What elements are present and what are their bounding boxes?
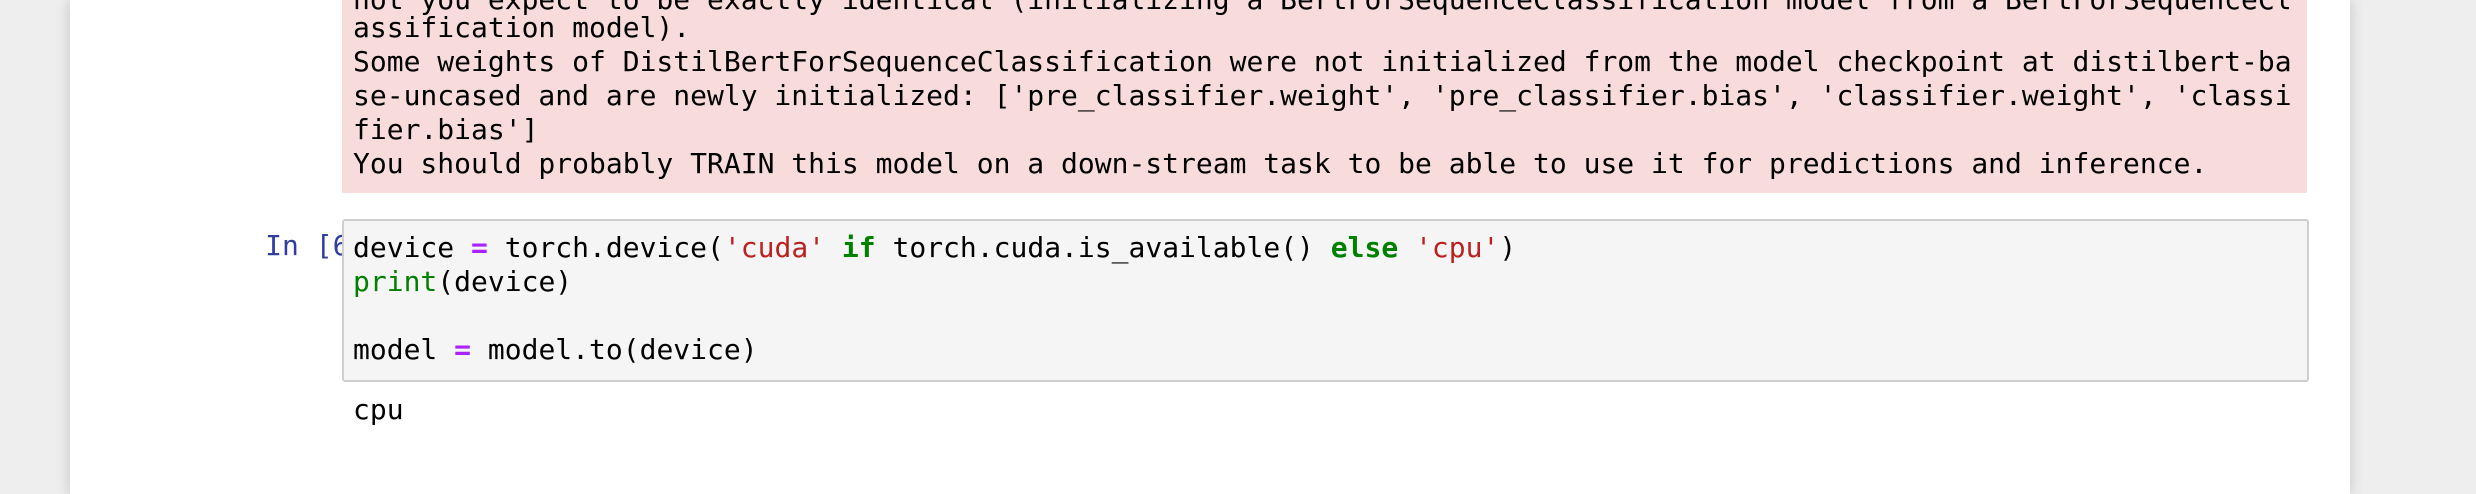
stdout-output: cpu bbox=[353, 393, 404, 426]
stderr-line: You should probably TRAIN this model on … bbox=[353, 147, 2208, 180]
code-token: ) bbox=[1499, 231, 1517, 264]
code-operator: = bbox=[471, 231, 488, 264]
code-line: model = model.to(device) bbox=[353, 333, 758, 367]
stderr-line: se-uncased and are newly initialized: ['… bbox=[353, 79, 2292, 112]
code-string: 'cuda' bbox=[723, 231, 826, 264]
stderr-output-area: not you expect to be exactly identical (… bbox=[342, 0, 2307, 193]
code-keyword: if bbox=[841, 231, 876, 264]
stderr-line: fier.bias'] bbox=[353, 113, 539, 146]
code-builtin: print bbox=[353, 265, 438, 298]
code-token: model bbox=[353, 333, 455, 366]
code-line: device = torch.device('cuda' if torch.cu… bbox=[353, 231, 1516, 265]
code-token: torch.cuda.is_available() bbox=[875, 231, 1331, 264]
code-token: (device) bbox=[437, 265, 573, 298]
code-token: torch.device( bbox=[487, 231, 724, 264]
code-token: device bbox=[353, 231, 472, 264]
code-line: print(device) bbox=[353, 265, 572, 299]
stderr-line: assification model). bbox=[353, 11, 691, 44]
notebook-container: not you expect to be exactly identical (… bbox=[70, 0, 2350, 494]
code-string: 'cpu' bbox=[1415, 231, 1500, 264]
code-cell-editor[interactable]: device = torch.device('cuda' if torch.cu… bbox=[342, 219, 2309, 382]
code-keyword: else bbox=[1330, 231, 1399, 264]
code-operator: = bbox=[454, 333, 472, 366]
stderr-line: Some weights of DistilBertForSequenceCla… bbox=[353, 45, 2292, 78]
code-token: model.to(device) bbox=[471, 333, 758, 366]
